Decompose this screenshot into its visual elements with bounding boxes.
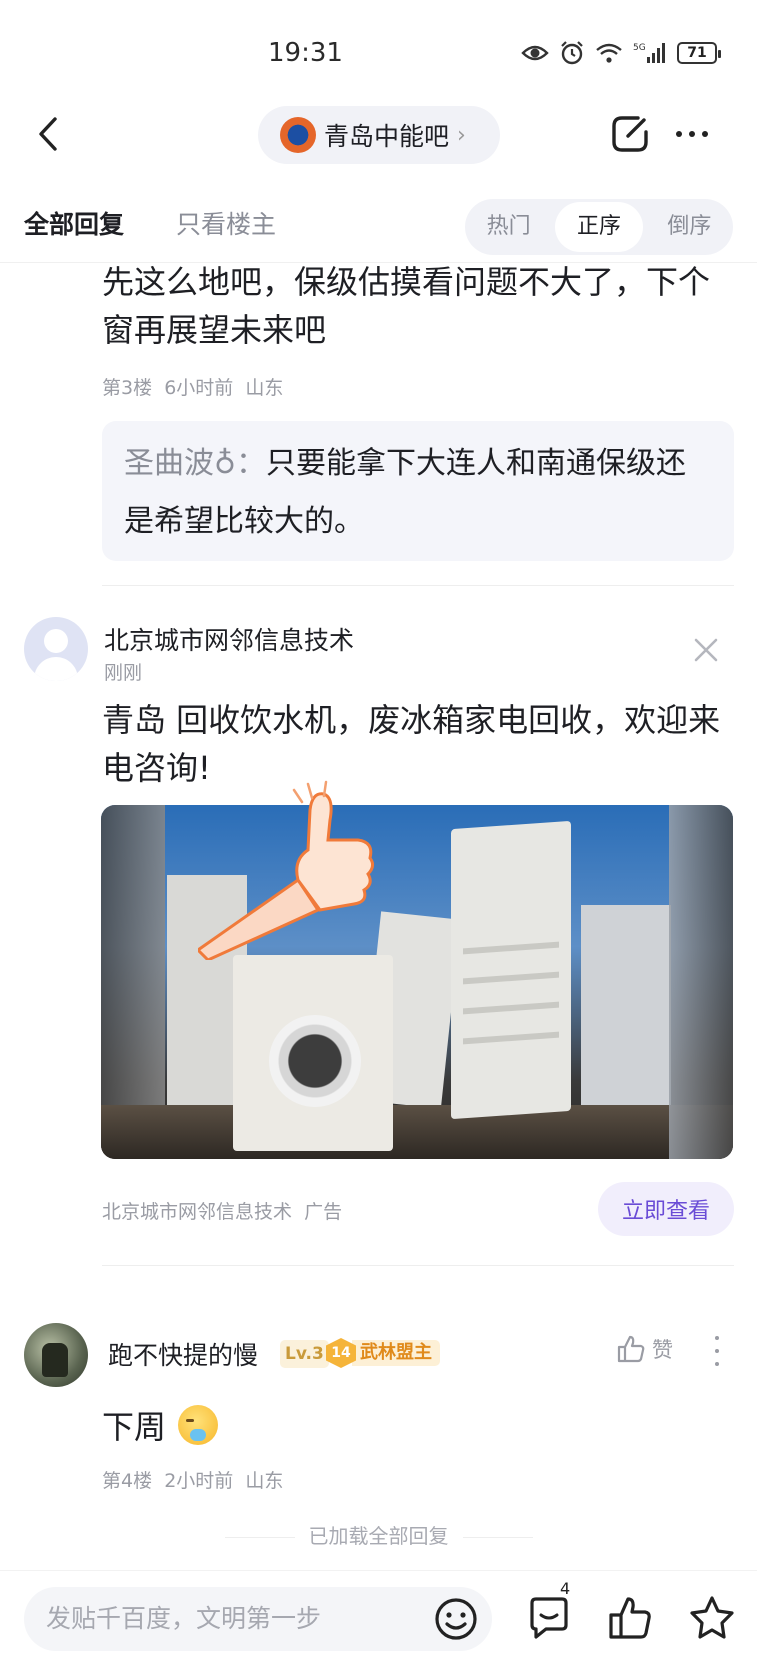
sub-reply-author[interactable]: 圣曲波♁： — [124, 446, 266, 481]
post-content[interactable]: 先这么地吧，保级估摸看问题不大了，下个窗再展望未来吧 — [102, 258, 722, 354]
status-icons: 5G 71 — [521, 40, 721, 66]
sort-hot[interactable]: 热门 — [465, 202, 552, 252]
sort-descending[interactable]: 倒序 — [646, 202, 733, 252]
star-icon[interactable] — [687, 1593, 737, 1643]
ad-content[interactable]: 青岛 回收饮水机，废冰箱家电回收，欢迎来电咨询! — [102, 696, 732, 792]
floor-number: 第4楼 — [102, 1470, 153, 1492]
edit-icon — [612, 116, 648, 152]
back-button[interactable] — [28, 114, 68, 154]
fridge-image — [451, 820, 571, 1120]
forum-name: 青岛中能吧 — [324, 122, 450, 151]
thumbs-up-icon — [198, 780, 375, 960]
ad-source: 北京城市网邻信息技术 广告 — [102, 1197, 342, 1224]
reply-count: 4 — [560, 1579, 571, 1598]
ad-author-name[interactable]: 北京城市网邻信息技术 — [104, 621, 354, 657]
svg-text:5G: 5G — [633, 43, 646, 53]
level-badge: Lv.3 — [280, 1340, 329, 1368]
rank-title: 武林盟主 — [352, 1340, 440, 1366]
comment-icon[interactable] — [524, 1593, 574, 1643]
user-name[interactable]: 跑不快提的慢 — [108, 1336, 258, 1372]
post-location: 山东 — [245, 377, 284, 399]
chevron-left-icon — [39, 117, 57, 151]
alarm-icon — [561, 41, 583, 65]
sort-toggle: 热门 正序 倒序 — [465, 199, 733, 255]
post-time: 2小时前 — [164, 1470, 234, 1492]
nav-bar: 青岛中能吧 › — [0, 100, 757, 170]
edit-button[interactable] — [608, 112, 652, 156]
rank-badge: 14 武林盟主 — [326, 1338, 440, 1368]
reply-input[interactable]: 发贴千百度，文明第一步 — [24, 1587, 492, 1651]
reply-tabs: 全部回复 只看楼主 热门 正序 倒序 — [0, 185, 757, 263]
more-options-button[interactable] — [712, 1336, 722, 1366]
status-bar: 19:31 5G 71 — [0, 0, 757, 100]
post-content[interactable]: 下周 — [102, 1402, 219, 1448]
post-meta: 第4楼 2小时前 山东 — [102, 1466, 283, 1493]
post-text: 下周 — [102, 1408, 167, 1446]
thumbs-up-icon[interactable] — [605, 1593, 655, 1643]
ad-tag: 广告 — [304, 1201, 343, 1223]
like-label: 赞 — [652, 1338, 673, 1362]
emoji-icon — [178, 1405, 219, 1445]
like-button[interactable]: 赞 — [616, 1334, 673, 1364]
tab-all-replies[interactable]: 全部回复 — [24, 205, 124, 241]
close-icon — [694, 638, 718, 662]
sort-ascending[interactable]: 正序 — [555, 202, 643, 252]
battery-icon: 71 — [677, 42, 721, 64]
all-loaded-label: 已加载全部回复 — [308, 1524, 449, 1548]
sub-reply[interactable]: 圣曲波♁：只要能拿下大连人和南通保级还是希望比较大的。 — [102, 421, 734, 561]
signal-icon: 5G — [633, 43, 665, 63]
divider — [102, 585, 734, 586]
all-loaded-text: 已加载全部回复 — [0, 1520, 757, 1549]
forum-logo-icon — [280, 117, 316, 153]
avatar[interactable] — [24, 617, 88, 681]
ad-image[interactable] — [101, 805, 733, 1159]
post-time: 6小时前 — [164, 377, 234, 399]
avatar[interactable] — [24, 1323, 88, 1387]
thumbs-up-icon — [617, 1335, 645, 1363]
floor-number: 第3楼 — [102, 377, 153, 399]
eye-icon — [521, 45, 549, 61]
more-button[interactable] — [676, 124, 720, 144]
chevron-right-icon: › — [457, 122, 466, 148]
forum-link[interactable]: 青岛中能吧 › — [258, 106, 500, 164]
post-location: 山东 — [245, 1470, 284, 1492]
tab-owner-only[interactable]: 只看楼主 — [176, 205, 276, 241]
close-button[interactable] — [690, 634, 722, 666]
bottom-bar: 发贴千百度，文明第一步 4 — [0, 1570, 757, 1666]
ad-source-name: 北京城市网邻信息技术 — [102, 1201, 293, 1223]
post-meta: 第3楼 6小时前 山东 — [102, 373, 283, 400]
washer-image — [233, 955, 393, 1151]
divider — [102, 1265, 734, 1266]
view-now-button[interactable]: 立即查看 — [598, 1182, 734, 1236]
wifi-icon — [596, 43, 622, 63]
ad-time: 刚刚 — [104, 662, 143, 684]
emoji-icon[interactable] — [432, 1595, 480, 1643]
status-time: 19:31 — [268, 38, 343, 68]
